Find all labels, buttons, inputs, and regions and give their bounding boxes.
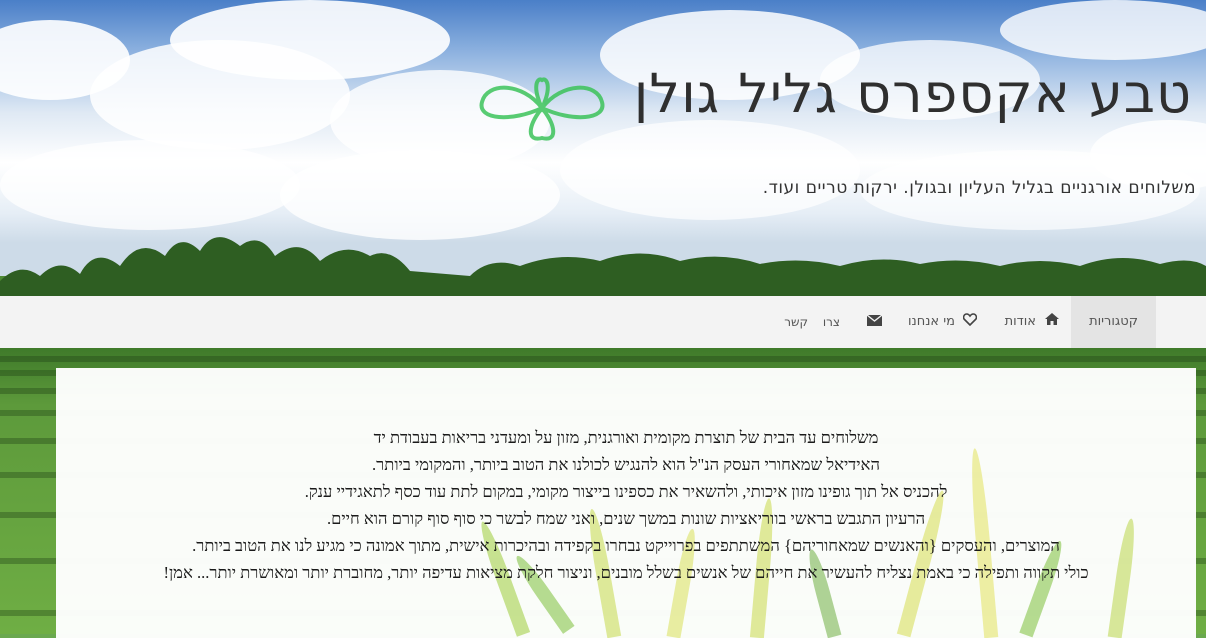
clover-logo: [479, 77, 605, 141]
nav-item-contact-1[interactable]: צרו: [818, 296, 840, 348]
site-description: משלוחים אורגניים בגליל העליון ובגולן. יר…: [762, 178, 1196, 198]
text-line: המוצרים, והעסקים {והאנשים שמאחוריהם} המש…: [192, 536, 1060, 555]
content-box: משלוחים עד הבית של תוצרת מקומית ואורגנית…: [56, 368, 1196, 638]
text-line: כולי תקווה ותפילה כי באמת נצליח להעשיר א…: [163, 563, 1089, 582]
nav-item-categories[interactable]: קטגוריות: [1071, 296, 1156, 348]
text-line: האידיאל שמאחורי העסק הנ"ל הוא להנגיש לכו…: [372, 455, 880, 474]
nav-item-label: צרו: [822, 315, 840, 329]
text-line: להכניס אל תוך גופינו מזון איכותי, ולהשאי…: [304, 482, 948, 501]
heart-icon: [962, 296, 978, 348]
tree-line: [0, 237, 1206, 296]
nav-item-about[interactable]: אודות: [1004, 296, 1060, 348]
site-title[interactable]: טבע אקספרס גליל גולן: [634, 62, 1192, 125]
nav-item-label: קטגוריות: [1089, 314, 1138, 329]
main-navigation: קטגוריות אודות מי אנחנו צרו קשר: [0, 296, 1206, 349]
nav-item-label: אודות: [1004, 314, 1036, 329]
site-header: טבע אקספרס גליל גולן משלוחים אורגניים בג…: [0, 0, 1206, 296]
text-line: הרעיון התגבש בראשי בווריאציות שונות במשך…: [326, 509, 926, 528]
nav-item-who-we-are[interactable]: מי אנחנו: [907, 296, 978, 348]
nav-item-contact-2[interactable]: קשר: [782, 296, 808, 348]
text-line: משלוחים עד הבית של תוצרת מקומית ואורגנית…: [373, 428, 879, 447]
home-icon: [1044, 296, 1060, 348]
envelope-icon: [866, 296, 883, 348]
nav-item-label: מי אנחנו: [907, 314, 955, 329]
nav-item-label: קשר: [784, 315, 808, 329]
nav-item-contact-icon[interactable]: [862, 296, 883, 348]
about-text: משלוחים עד הבית של תוצרת מקומית ואורגנית…: [96, 424, 1156, 586]
